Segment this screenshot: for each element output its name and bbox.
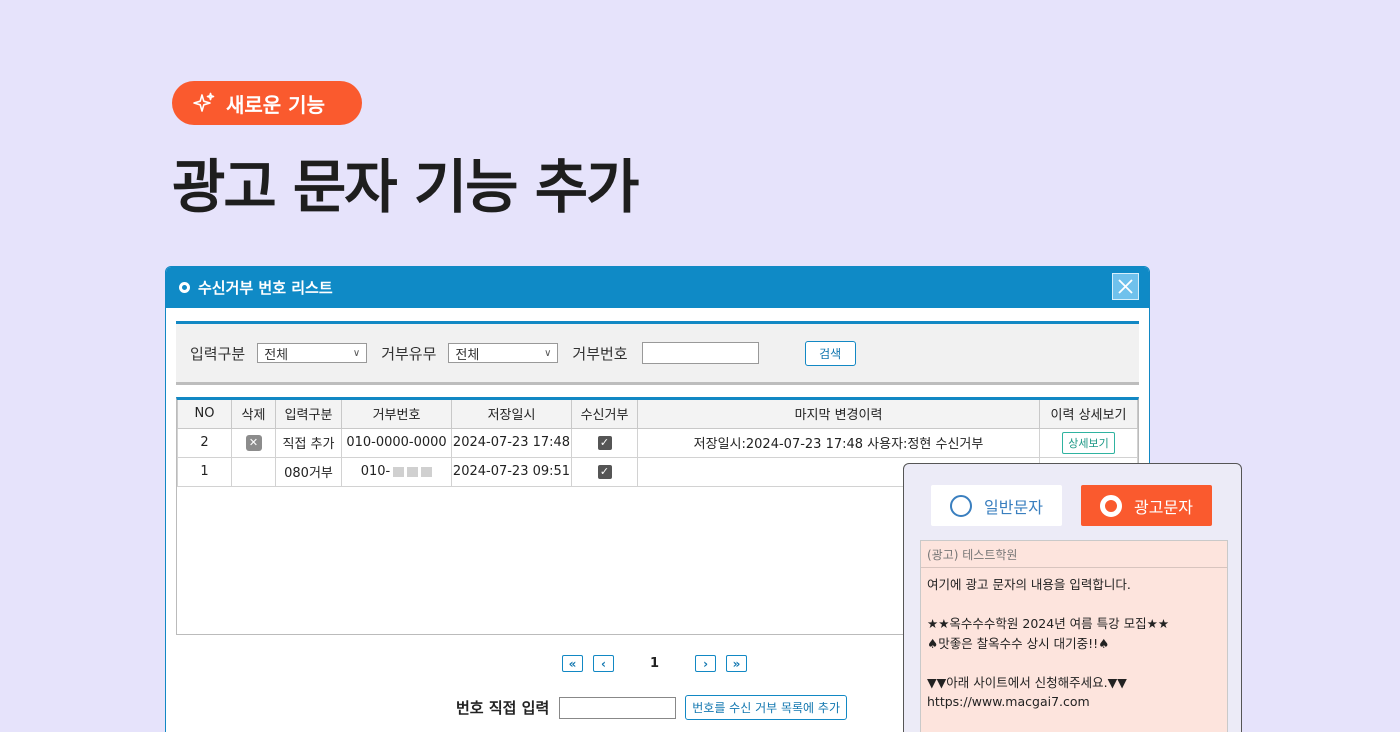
radio-unchecked-icon[interactable] bbox=[950, 494, 973, 517]
ad-sms-label: 광고문자 bbox=[1134, 497, 1193, 517]
reject-number-label: 거부번호 bbox=[572, 344, 628, 363]
cell-detail: 상세보기 bbox=[1039, 427, 1138, 458]
refuse-status-label: 거부유무 bbox=[381, 344, 437, 363]
close-icon bbox=[1118, 279, 1133, 294]
page-title: 광고 문자 기능 추가 bbox=[172, 153, 639, 221]
blurred-digits bbox=[421, 466, 433, 477]
checkbox-checked[interactable]: ✓ bbox=[597, 436, 612, 450]
first-page-button[interactable]: « bbox=[562, 655, 583, 672]
checkbox-checked[interactable]: ✓ bbox=[597, 465, 612, 479]
cell-history: 저장일시:2024-07-23 17:48 사용자:정현 수신거부 bbox=[637, 427, 1040, 458]
table-row[interactable]: 2 ✕ 직접 추가 010-0000-0000 2024-07-23 17:48… bbox=[177, 427, 1138, 458]
col-header[interactable]: 삭제 bbox=[231, 400, 276, 429]
window-title: 수신거부 번호 리스트 bbox=[198, 279, 333, 297]
message-editor[interactable]: (광고) 테스트학원 여기에 광고 문자의 내용을 입력합니다. ★★옥수수수학… bbox=[920, 540, 1228, 732]
input-type-label: 입력구분 bbox=[190, 344, 246, 363]
badge-label: 새로운 기능 bbox=[226, 92, 325, 117]
cell-delete bbox=[231, 456, 276, 487]
delete-icon[interactable]: ✕ bbox=[245, 434, 262, 451]
title-bullet-icon bbox=[179, 282, 190, 293]
add-to-reject-list-button[interactable]: 번호를 수신 거부 목록에 추가 bbox=[685, 695, 847, 720]
cell-saved: 2024-07-23 09:51 bbox=[451, 456, 572, 487]
direct-input-label: 번호 직접 입력 bbox=[456, 699, 550, 717]
normal-sms-label: 일반문자 bbox=[984, 497, 1043, 517]
cell-refuse[interactable]: ✓ bbox=[571, 456, 638, 487]
close-button[interactable] bbox=[1112, 273, 1139, 300]
reject-number-input[interactable] bbox=[641, 342, 759, 364]
last-page-button[interactable]: » bbox=[726, 655, 748, 672]
normal-sms-option[interactable]: 일반문자 bbox=[931, 485, 1062, 526]
refuse-status-select[interactable]: 전체 ∨ bbox=[448, 343, 559, 363]
col-header[interactable]: 거부번호 bbox=[341, 400, 452, 429]
col-header[interactable]: 마지막 변경이력 bbox=[637, 400, 1040, 429]
message-body[interactable]: 여기에 광고 문자의 내용을 입력합니다. ★★옥수수수학원 2024년 여름 … bbox=[921, 568, 1227, 719]
chevron-down-icon: ∨ bbox=[544, 347, 552, 359]
sms-type-panel: 일반문자 광고문자 (광고) 테스트학원 여기에 광고 문자의 내용을 입력합니… bbox=[903, 463, 1242, 732]
cell-number: 010- bbox=[341, 456, 452, 487]
ad-sms-option[interactable]: 광고문자 bbox=[1081, 485, 1212, 526]
input-type-select[interactable]: 전체 ∨ bbox=[257, 343, 368, 363]
blurred-digits bbox=[407, 466, 419, 477]
radio-checked-icon[interactable] bbox=[1100, 494, 1123, 517]
cell-refuse[interactable]: ✓ bbox=[571, 427, 638, 458]
detail-view-button[interactable]: 상세보기 bbox=[1062, 431, 1115, 454]
direct-number-input[interactable] bbox=[559, 696, 677, 719]
new-feature-badge: 새로운 기능 bbox=[172, 81, 362, 125]
search-button[interactable]: 검색 bbox=[804, 340, 856, 366]
cell-number: 010-0000-0000 bbox=[341, 427, 452, 458]
prev-page-button[interactable]: ‹ bbox=[593, 655, 614, 672]
cell-type: 직접 추가 bbox=[275, 427, 342, 458]
cell-no: 2 bbox=[177, 427, 232, 458]
cell-saved: 2024-07-23 17:48 bbox=[451, 427, 572, 458]
message-header: (광고) 테스트학원 bbox=[921, 541, 1227, 568]
cell-delete[interactable]: ✕ bbox=[231, 427, 276, 458]
pagination: « ‹ 1 › » bbox=[562, 655, 748, 672]
sparkle-icon bbox=[193, 92, 215, 112]
blurred-digits bbox=[393, 466, 405, 477]
filter-bar: 입력구분 전체 ∨ 거부유무 전체 ∨ 거부번호 검색 bbox=[176, 321, 1139, 385]
cell-no: 1 bbox=[177, 456, 232, 487]
input-type-value: 전체 bbox=[264, 347, 289, 363]
cell-type: 080거부 bbox=[275, 456, 342, 487]
col-header[interactable]: 수신거부 bbox=[571, 400, 638, 429]
refuse-status-value: 전체 bbox=[455, 347, 480, 363]
table-header-row: NO 삭제 입력구분 거부번호 저장일시 수신거부 마지막 변경이력 이력 상세… bbox=[177, 400, 1138, 429]
current-page[interactable]: 1 bbox=[650, 656, 659, 671]
window-titlebar: 수신거부 번호 리스트 bbox=[166, 267, 1149, 308]
col-header[interactable]: NO bbox=[177, 400, 232, 429]
col-header[interactable]: 입력구분 bbox=[275, 400, 342, 429]
direct-input-row: 번호 직접 입력 번호를 수신 거부 목록에 추가 bbox=[456, 695, 847, 720]
col-header[interactable]: 저장일시 bbox=[451, 400, 572, 429]
masked-number: 010- bbox=[360, 464, 391, 479]
chevron-down-icon: ∨ bbox=[352, 347, 361, 359]
next-page-button[interactable]: › bbox=[695, 655, 717, 672]
col-header[interactable]: 이력 상세보기 bbox=[1039, 400, 1138, 429]
